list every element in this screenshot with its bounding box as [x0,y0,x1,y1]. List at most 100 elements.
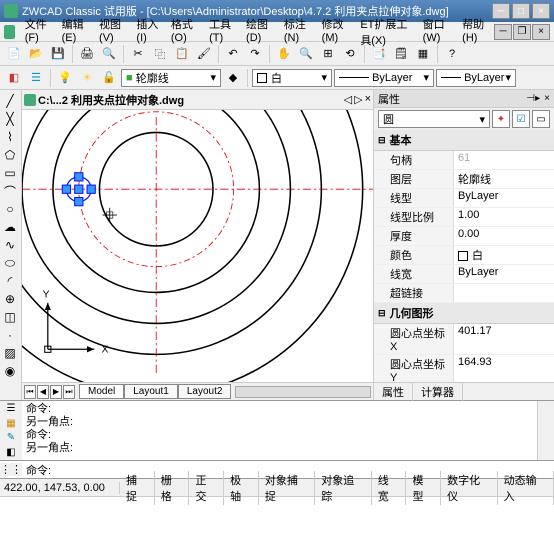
revcloud-tool[interactable]: ☁ [0,218,20,236]
print-icon[interactable]: 🖨 [77,44,97,64]
cmd-tool-3[interactable]: ✎ [0,431,22,446]
object-type-combo[interactable]: 圆▾ [378,110,490,128]
paste-icon[interactable]: 📋 [172,44,192,64]
open-icon[interactable]: 📂 [26,44,46,64]
tab-last-icon[interactable]: ⏭ [63,385,75,399]
panel-tab-calc[interactable]: 计算器 [413,383,463,401]
zoom-icon[interactable]: 🔍 [296,44,316,64]
status-栅格[interactable]: 栅格 [155,471,190,505]
status-动态输入[interactable]: 动态输入 [498,471,554,505]
pan-icon[interactable]: ✋ [274,44,294,64]
status-正交[interactable]: 正交 [189,471,224,505]
arc-tool[interactable]: ⌒ [0,182,20,200]
doc-restore[interactable]: ❐ [513,24,531,40]
table-icon[interactable]: ▦ [413,44,433,64]
tab-close-icon[interactable]: × [365,93,371,106]
tab-first-icon[interactable]: ⏮ [24,385,36,399]
point-tool[interactable]: · [0,326,20,344]
prop-row[interactable]: 句柄61 [374,151,554,170]
qselect-icon[interactable]: ✦ [492,110,510,128]
lock-icon[interactable]: 🔓 [99,68,119,88]
model-tab-Layout1[interactable]: Layout1 [124,384,178,399]
h-scrollbar[interactable] [235,386,371,398]
panel-pin-icon[interactable]: ⊣▸ [526,93,540,104]
minimize-button[interactable]: ─ [492,3,510,19]
prop-row[interactable]: 颜色白 [374,246,554,265]
insert-tool[interactable]: ⊕ [0,290,20,308]
earc-tool[interactable]: ◜ [0,272,20,290]
new-icon[interactable]: 📄 [4,44,24,64]
pickadd-icon[interactable]: ☑ [512,110,530,128]
sun-icon[interactable]: ☀ [77,68,97,88]
prop-row[interactable]: 线宽ByLayer [374,265,554,284]
props-icon[interactable]: 📑 [369,44,389,64]
spline-tool[interactable]: ∿ [0,236,20,254]
lightbulb-icon[interactable]: 💡 [55,68,75,88]
property-grid[interactable]: 基本句柄61图层轮廓线线型ByLayer线型比例1.00厚度0.00颜色白线宽B… [374,130,554,382]
cmd-scrollbar[interactable] [538,401,554,460]
hatch-tool[interactable]: ▨ [0,344,20,362]
status-线宽[interactable]: 线宽 [372,471,407,505]
status-数字化仪[interactable]: 数字化仪 [441,471,497,505]
undo-icon[interactable]: ↶ [223,44,243,64]
status-对象捕捉[interactable]: 对象捕捉 [259,471,315,505]
prop-row[interactable]: 图层轮廓线 [374,170,554,189]
model-tab-Layout2[interactable]: Layout2 [178,384,232,399]
zoom-win-icon[interactable]: ⊞ [318,44,338,64]
doc-tab[interactable]: C:\...2 利用夹点拉伸对象.dwg [24,92,184,108]
layer-state-icon[interactable]: ◆ [223,68,243,88]
panel-header[interactable]: 属性 ⊣▸ × [374,90,554,108]
canvas[interactable]: X Y [22,110,373,382]
prop-row[interactable]: 圆心点坐标 Y164.93 [374,355,554,382]
maximize-button[interactable]: □ [512,3,530,19]
redo-icon[interactable]: ↷ [245,44,265,64]
prop-row[interactable]: 线型ByLayer [374,189,554,208]
cmd-tool-4[interactable]: ◧ [0,445,22,460]
layer-combo[interactable]: ■ 轮廓线▾ [121,69,221,87]
close-button[interactable]: × [532,3,550,19]
cmd-tool-2[interactable]: ▦ [0,416,22,431]
panel-tab-props[interactable]: 属性 [374,383,413,401]
xline-tool[interactable]: ╳ [0,110,20,128]
prop-row[interactable]: 厚度0.00 [374,227,554,246]
line-tool[interactable]: ╱ [0,92,20,110]
prop-row[interactable]: 线型比例1.00 [374,208,554,227]
tab-prev-icon[interactable]: ◀ [37,385,49,399]
polygon-tool[interactable]: ⬠ [0,146,20,164]
status-对象追踪[interactable]: 对象追踪 [315,471,371,505]
help-icon[interactable]: ? [442,44,462,64]
status-极轴[interactable]: 极轴 [224,471,259,505]
command-history[interactable]: 命令:另一角点:命令:另一角点: [22,401,538,460]
prop-row[interactable]: 圆心点坐标 X401.17 [374,324,554,355]
model-tab-Model[interactable]: Model [79,384,124,399]
lineweight-combo[interactable]: ByLayer▾ [436,69,516,87]
layer-prev-icon[interactable]: ◧ [4,68,24,88]
linetype-combo[interactable]: ByLayer▾ [334,69,434,87]
status-模型[interactable]: 模型 [406,471,441,505]
region-tool[interactable]: ◉ [0,362,20,380]
coordinates[interactable]: 422.00, 147.53, 0.00 [0,482,120,494]
save-icon[interactable]: 💾 [48,44,68,64]
circle-tool[interactable]: ○ [0,200,20,218]
preview-icon[interactable]: 🔍 [99,44,119,64]
tab-left-icon[interactable]: ◁ [344,93,352,106]
block-tool[interactable]: ◫ [0,308,20,326]
rect-tool[interactable]: ▭ [0,164,20,182]
cut-icon[interactable]: ✂ [128,44,148,64]
calc-icon[interactable]: 🗒 [391,44,411,64]
cmd-tool-1[interactable]: ☰ [0,401,22,416]
doc-close[interactable]: × [532,24,550,40]
panel-close-icon[interactable]: × [544,93,550,104]
status-捕捉[interactable]: 捕捉 [120,471,155,505]
ellipse-tool[interactable]: ⬭ [0,254,20,272]
tab-right-icon[interactable]: ▷ [354,93,362,106]
pline-tool[interactable]: ⌇ [0,128,20,146]
zoom-prev-icon[interactable]: ⟲ [340,44,360,64]
layer-mgr-icon[interactable]: ☰ [26,68,46,88]
copy-icon[interactable]: ⿻ [150,44,170,64]
prop-row[interactable]: 超链接 [374,284,554,303]
doc-minimize[interactable]: ─ [494,24,512,40]
color-combo[interactable]: 白▾ [252,69,332,87]
match-icon[interactable]: 🖌 [194,44,214,64]
tab-next-icon[interactable]: ▶ [50,385,62,399]
